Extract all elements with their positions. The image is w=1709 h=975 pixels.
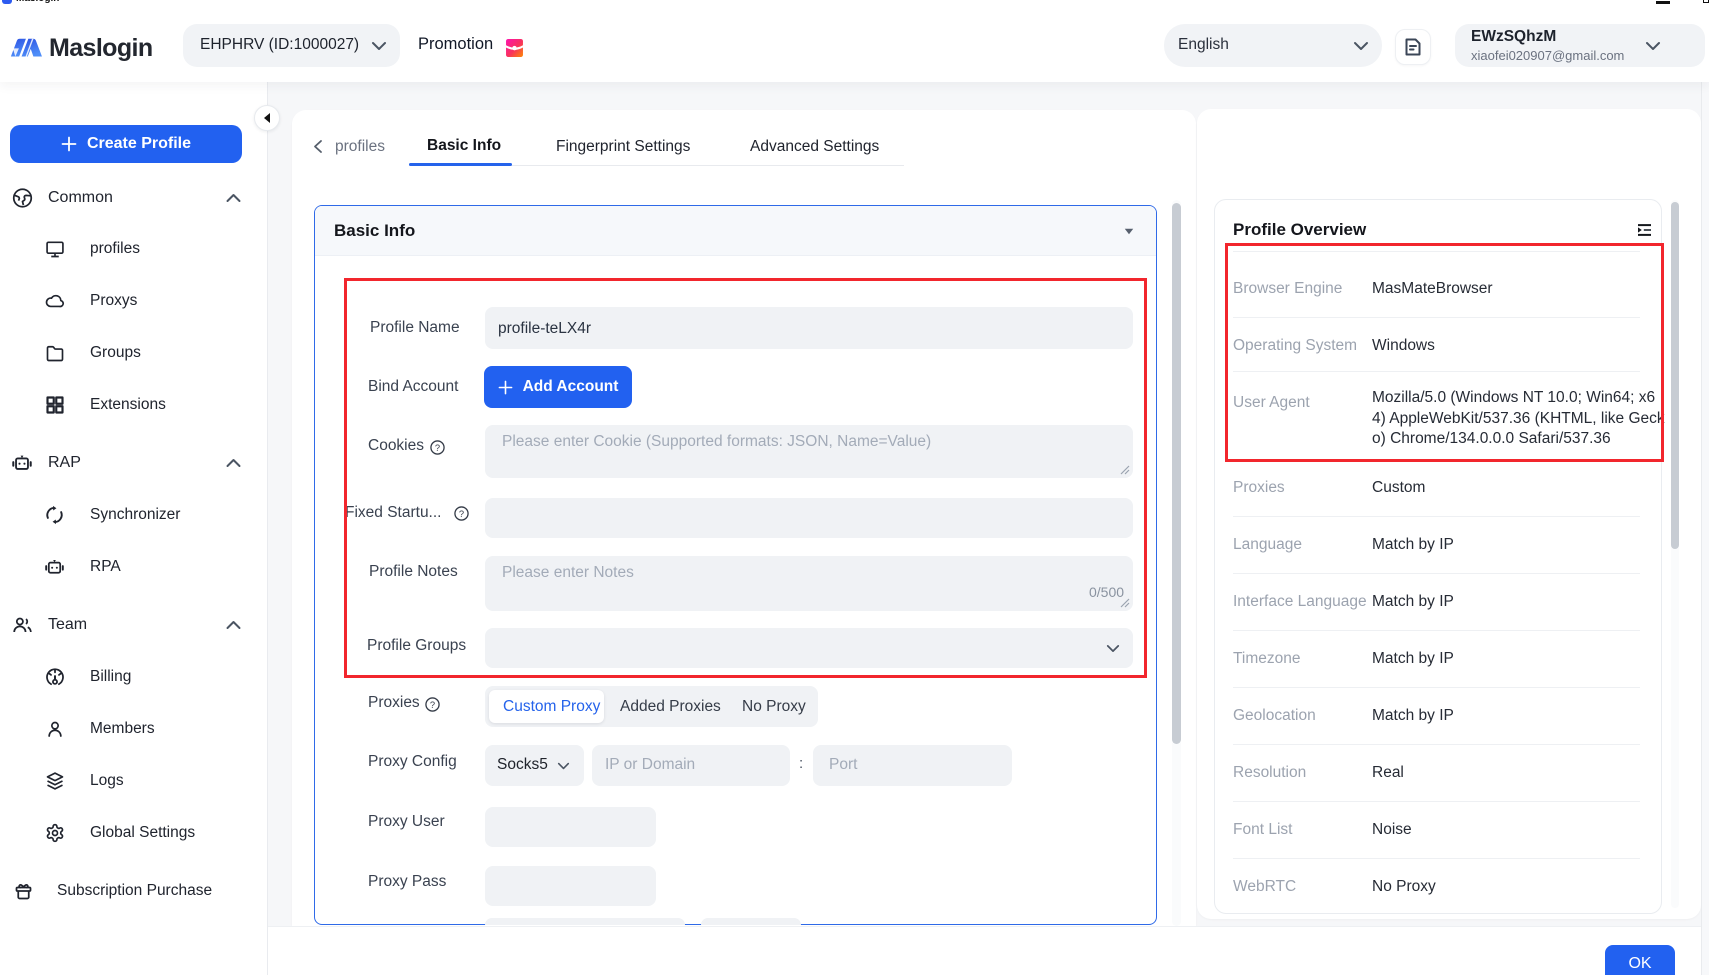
svg-text:?: ? (435, 443, 440, 453)
svg-text:?: ? (459, 509, 464, 519)
svg-text:?: ? (430, 700, 435, 710)
